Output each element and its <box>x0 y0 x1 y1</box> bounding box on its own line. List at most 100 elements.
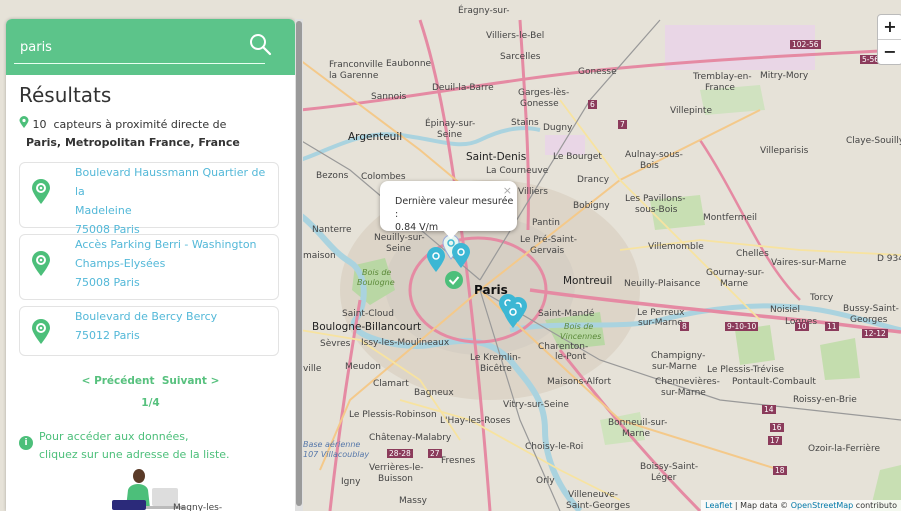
map-label: Le Perreux <box>637 308 685 318</box>
zoom-in-button[interactable]: + <box>878 15 901 39</box>
map-label: Marne <box>720 279 749 289</box>
info-message: i Pour accéder aux données, cliquez sur … <box>19 428 230 464</box>
attribution-rest: contributo <box>853 501 897 510</box>
map-label: Claye-Souilly <box>846 136 901 146</box>
map-label: Franconville <box>329 60 383 70</box>
results-panel: Résultats 10 capteurs à proximité direct… <box>6 19 295 511</box>
map-label: Choisy-le-Roi <box>525 442 584 452</box>
map-label: Villemomble <box>648 242 704 252</box>
map-label: Saint-Mandé <box>538 309 595 319</box>
road-number: 10 <box>795 322 809 331</box>
previous-page-button[interactable]: < Précédent <box>82 375 155 387</box>
attribution-text: | Map data © <box>732 501 791 510</box>
result-card[interactable]: Boulevard de Bercy Bercy 75012 Paris <box>19 306 279 356</box>
map-label: Villiers <box>518 187 548 197</box>
map-label: Buisson <box>378 474 413 484</box>
map-label: Le Plessis-Robinson <box>349 410 437 420</box>
map-label: Champigny- <box>651 351 706 361</box>
next-page-button[interactable]: Suivant > <box>162 375 220 387</box>
map-label: sur-Marne <box>638 318 683 328</box>
count-number: 10 <box>32 118 47 131</box>
map-label: Le Plessis-Trévise <box>707 365 784 375</box>
map-label: Clamart <box>373 379 409 389</box>
map-label: Saint-Denis <box>466 151 527 163</box>
zoom-control: + − <box>877 14 901 65</box>
map-label: Seine <box>437 130 462 140</box>
sensor-pin-icon <box>32 319 50 344</box>
map-label: Massy <box>399 496 427 506</box>
osm-link[interactable]: OpenStreetMap <box>791 501 854 510</box>
search-input[interactable] <box>14 39 265 55</box>
sensor-marker[interactable] <box>503 303 523 329</box>
count-text: capteurs à proximité directe de <box>53 118 227 131</box>
page-indicator: 1/4 <box>141 397 160 409</box>
map-label: ville <box>303 364 322 374</box>
map-label: sous-Bois <box>635 205 678 215</box>
map-label: Bois de <box>362 268 392 277</box>
sensor-pin-icon <box>32 179 50 204</box>
map-label: Les Pavillons- <box>625 194 686 204</box>
road-number: 18 <box>773 466 787 475</box>
road-number: 9-10-10 <box>725 322 759 331</box>
results-title: Résultats <box>19 83 112 107</box>
map-label: Boulogne <box>357 278 395 287</box>
map-label: Deuil-la-Barre <box>432 83 494 93</box>
road-number: 27 <box>428 449 442 458</box>
result-card[interactable]: Boulevard Haussmann Quartier de la Madel… <box>19 162 279 236</box>
map-label: Argenteuil <box>348 131 403 143</box>
result-postcode: 75008 Paris <box>75 276 140 289</box>
map-label: Orly <box>536 476 555 486</box>
leaflet-link[interactable]: Leaflet <box>705 501 732 510</box>
map-label: sur-Marne <box>661 388 706 398</box>
map-label: Mitry-Mory <box>760 71 809 81</box>
road-number: 16 <box>770 423 784 432</box>
sensor-marker[interactable] <box>451 243 471 269</box>
sensor-marker[interactable] <box>426 247 446 273</box>
map-label: Montreuil <box>563 275 613 287</box>
road-number: 28-28 <box>387 449 413 458</box>
map-label: Le Bourget <box>553 152 602 162</box>
road-number: 6 <box>588 100 597 109</box>
result-address: Boulevard Haussmann Quartier de la <box>75 166 266 198</box>
pagination: < Précédent Suivant > <box>6 375 295 387</box>
map-label: Verrières-le- <box>369 463 424 473</box>
map-label: Saint-Georges <box>566 501 631 511</box>
map-label: Noisiel <box>770 305 800 315</box>
search-field <box>14 31 265 64</box>
results-count: 10 capteurs à proximité directe de Paris… <box>19 116 289 152</box>
map-label: Maisons-Alfort <box>547 377 611 387</box>
sensor-pin-icon <box>32 251 50 276</box>
map-label: Villeneuve- <box>568 490 619 500</box>
map-label: Charenton- <box>538 342 589 352</box>
road-number: 11 <box>825 322 839 331</box>
map-label: Bois <box>640 161 659 171</box>
place-name: Paris, Metropolitan France, France <box>26 136 240 149</box>
road-number: 14 <box>762 405 776 414</box>
map-label: Châtenay-Malabry <box>369 433 452 443</box>
zoom-out-button[interactable]: − <box>878 39 901 64</box>
map-label: Chelles <box>736 249 769 259</box>
panel-scrollbar[interactable] <box>295 19 303 511</box>
result-card[interactable]: Accès Parking Berri - Washington Champs-… <box>19 234 279 300</box>
map-attribution: Leaflet | Map data © OpenStreetMap contr… <box>701 500 901 511</box>
map-label: Saint-Cloud <box>342 309 394 319</box>
location-check-marker[interactable] <box>444 270 464 290</box>
map-label: la Garenne <box>329 71 379 81</box>
map-label: Dugny <box>543 123 573 133</box>
map-label: Pontault-Combault <box>732 377 816 387</box>
map-label: Villiers-le-Bel <box>486 31 545 41</box>
map-label: Neuilly-sur- <box>374 233 425 243</box>
map-label: Vitry-sur-Seine <box>503 400 569 410</box>
search-icon[interactable] <box>247 31 273 57</box>
map-label: Nanterre <box>312 225 352 235</box>
map-label: Chennevières- <box>655 377 720 387</box>
measurement-popup: × Dernière valeur mesurée : 0.84 V/m <box>380 181 517 239</box>
road-number: 7 <box>618 120 627 129</box>
map-label: le-Pont <box>555 352 587 362</box>
map-label: Sèvres <box>320 339 351 349</box>
map-label: Seine <box>386 244 411 254</box>
map-label: Neuilly-Plaisance <box>624 279 701 289</box>
map-label: Ozoir-la-Ferrière <box>808 444 880 454</box>
scrollbar-thumb[interactable] <box>296 21 302 506</box>
map-label: Bonneuil-sur- <box>608 418 668 428</box>
